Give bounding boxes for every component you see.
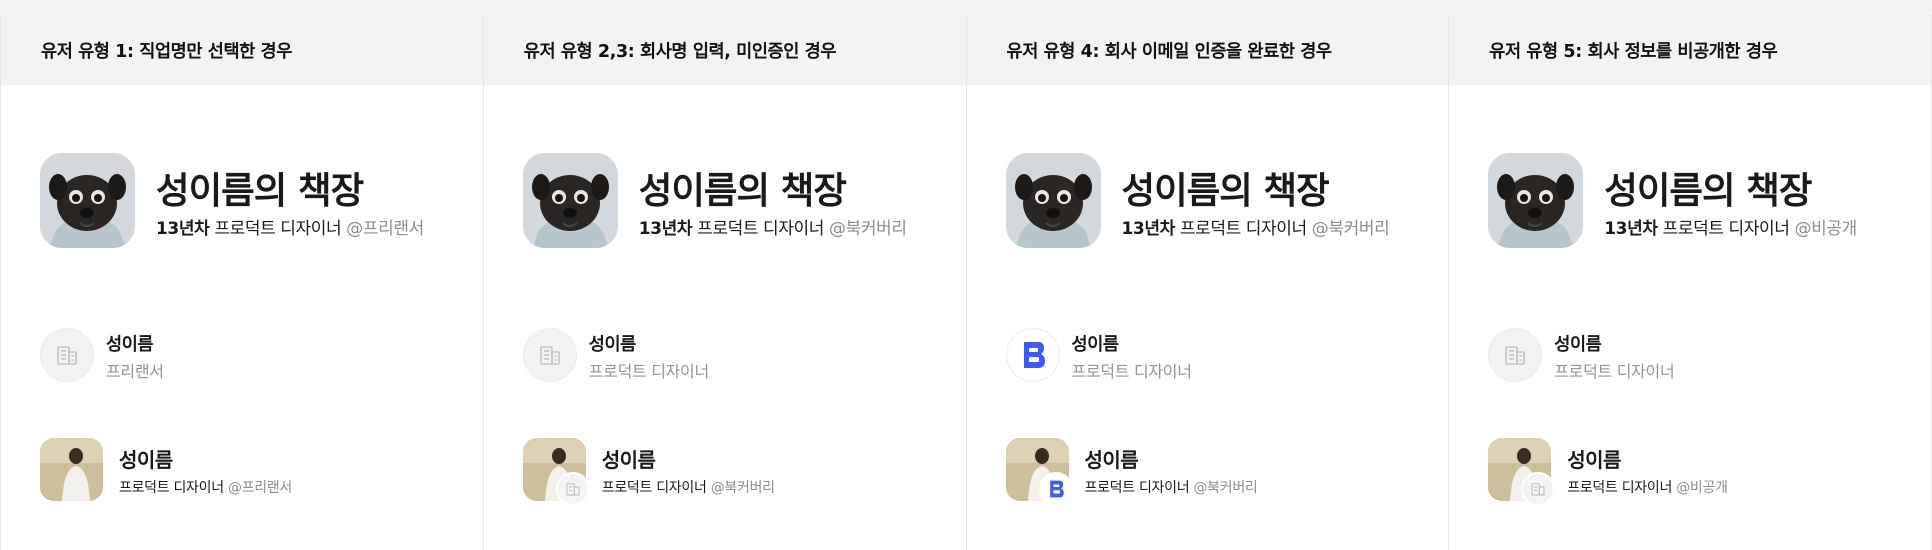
column-header: 유저 유형 2,3: 회사명 입력, 미인증인 경우 xyxy=(483,15,966,85)
user-affiliation: 프로덕트 디자이너 xyxy=(588,362,709,381)
column-header: 유저 유형 1: 직업명만 선택한 경우 xyxy=(1,15,483,85)
comment-profile-row: 성이름 프로덕트 디자이너 @북커버리 xyxy=(1005,438,1439,506)
bookshelf-title: 성이름의 책장 xyxy=(638,169,847,212)
job-title: 프로덕트 디자이너 xyxy=(119,480,228,496)
comment-profile-row: 성이름 프로덕트 디자이너 @프리랜서 xyxy=(40,438,473,502)
user-job-line: 프로덕트 디자이너 @북커버리 xyxy=(602,477,775,497)
user-name: 성이름 xyxy=(1084,448,1139,472)
company-name: @비공개 xyxy=(1794,219,1858,239)
user-affiliation: 프리랜서 xyxy=(106,362,164,381)
comment-profile-row: 성이름 프로덕트 디자이너 @북커버리 xyxy=(522,438,956,506)
company-name: @북커버리 xyxy=(829,219,907,239)
profile-avatar-pug[interactable] xyxy=(1488,153,1584,248)
user-type-grid: 유저 유형 1: 직업명만 선택한 경우 성이름의 책장 13년차 프로덕트 디… xyxy=(0,15,1932,550)
building-icon xyxy=(555,472,590,506)
company-name: @프리랜서 xyxy=(227,480,292,496)
bookshelf-profile: 성이름의 책장 13년차 프로덕트 디자이너 @프리랜서 xyxy=(40,153,473,249)
profile-avatar-pug[interactable] xyxy=(522,153,618,248)
building-icon xyxy=(1521,472,1556,506)
compact-profile-row: 성이름 프리랜서 xyxy=(40,328,473,384)
column-header: 유저 유형 4: 회사 이메일 인증을 완료한 경우 xyxy=(966,15,1449,85)
job-title: 프로덕트 디자이너 xyxy=(209,219,347,239)
career-years: 13년차 xyxy=(638,219,693,239)
profile-subtitle: 13년차 프로덕트 디자이너 @북커버리 xyxy=(639,214,907,239)
user-name: 성이름 xyxy=(1071,335,1120,355)
user-name: 성이름 xyxy=(1567,448,1621,472)
user-type-column-1: 유저 유형 1: 직업명만 선택한 경우 성이름의 책장 13년차 프로덕트 디… xyxy=(1,15,484,550)
career-years: 13년차 xyxy=(156,219,210,239)
profile-avatar-pug[interactable] xyxy=(40,153,135,248)
job-title: 프로덕트 디자이너 xyxy=(692,219,830,239)
user-type-column-2-3: 유저 유형 2,3: 회사명 입력, 미인증인 경우 성이름의 책장 13년차 … xyxy=(483,15,967,550)
company-name: @북커버리 xyxy=(710,480,775,496)
user-affiliation: 프로덕트 디자이너 xyxy=(1554,362,1675,381)
top-strip xyxy=(0,0,1932,15)
job-title: 프로덕트 디자이너 xyxy=(1174,219,1312,239)
job-title: 프로덕트 디자이너 xyxy=(1657,219,1795,239)
job-title: 프로덕트 디자이너 xyxy=(601,480,711,496)
user-name: 성이름 xyxy=(588,335,637,355)
company-name: @북커버리 xyxy=(1193,480,1258,496)
user-job-line: 프로덕트 디자이너 @북커버리 xyxy=(1085,477,1258,497)
building-icon xyxy=(522,328,577,382)
bookshelf-profile: 성이름의 책장 13년차 프로덕트 디자이너 @비공개 xyxy=(1488,153,1921,249)
user-name: 성이름 xyxy=(106,335,154,355)
compact-profile-row: 성이름 프로덕트 디자이너 xyxy=(1488,328,1921,384)
profile-subtitle: 13년차 프로덕트 디자이너 @프리랜서 xyxy=(156,214,424,239)
compact-profile-row: 성이름 프로덕트 디자이너 xyxy=(522,328,956,384)
building-icon xyxy=(40,328,94,382)
profile-subtitle: 13년차 프로덕트 디자이너 @비공개 xyxy=(1604,214,1857,239)
user-job-line: 프로덕트 디자이너 @프리랜서 xyxy=(119,477,292,497)
company-name: @비공개 xyxy=(1676,480,1728,496)
bookshelf-profile: 성이름의 책장 13년차 프로덕트 디자이너 @북커버리 xyxy=(522,153,956,249)
profile-avatar-pug[interactable] xyxy=(1005,153,1101,248)
building-icon xyxy=(1488,328,1543,382)
bookshelf-profile: 성이름의 책장 13년차 프로덕트 디자이너 @북커버리 xyxy=(1005,153,1439,249)
user-type-column-4: 유저 유형 4: 회사 이메일 인증을 완료한 경우 성이름의 책장 13년차 … xyxy=(966,15,1450,550)
comment-profile-row: 성이름 프로덕트 디자이너 @비공개 xyxy=(1488,438,1921,506)
company-name: @프리랜서 xyxy=(346,219,424,239)
company-logo-icon xyxy=(1005,328,1060,382)
user-affiliation: 프로덕트 디자이너 xyxy=(1071,362,1192,381)
user-avatar-photo[interactable] xyxy=(40,438,103,501)
job-title: 프로덕트 디자이너 xyxy=(1567,480,1677,496)
company-name: @북커버리 xyxy=(1311,219,1390,239)
career-years: 13년차 xyxy=(1121,219,1176,239)
user-name: 성이름 xyxy=(119,448,173,472)
bookshelf-title: 성이름의 책장 xyxy=(1604,169,1812,212)
job-title: 프로덕트 디자이너 xyxy=(1084,480,1194,496)
career-years: 13년차 xyxy=(1604,219,1658,239)
user-job-line: 프로덕트 디자이너 @비공개 xyxy=(1567,477,1728,497)
bookshelf-title: 성이름의 책장 xyxy=(156,169,364,212)
company-logo-icon xyxy=(1038,472,1073,506)
user-name: 성이름 xyxy=(601,448,656,472)
bookshelf-title: 성이름의 책장 xyxy=(1121,169,1330,212)
profile-subtitle: 13년차 프로덕트 디자이너 @북커버리 xyxy=(1122,214,1390,239)
column-header: 유저 유형 5: 회사 정보를 비공개한 경우 xyxy=(1449,15,1931,85)
compact-profile-row: 성이름 프로덕트 디자이너 xyxy=(1005,328,1439,384)
user-type-column-5: 유저 유형 5: 회사 정보를 비공개한 경우 성이름의 책장 13년차 프로덕… xyxy=(1449,15,1932,550)
user-name: 성이름 xyxy=(1554,335,1602,355)
